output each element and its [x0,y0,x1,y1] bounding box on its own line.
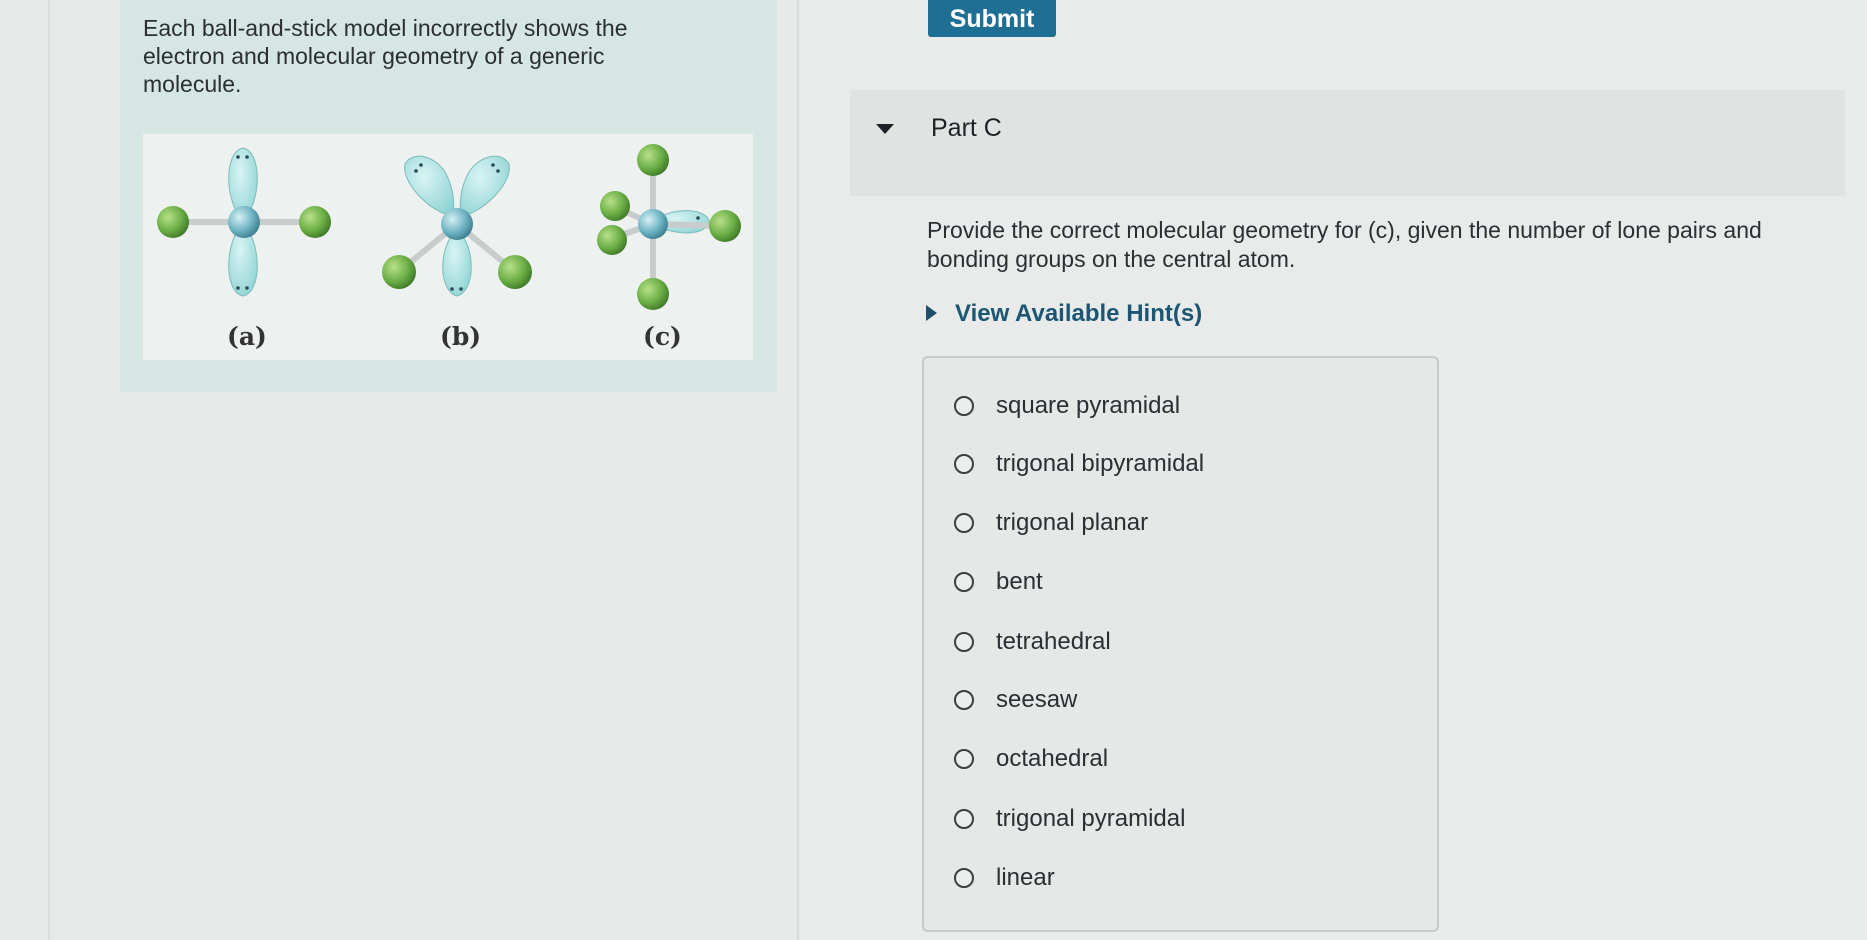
caret-down-icon[interactable] [876,124,894,134]
column-divider [797,0,799,940]
option-label: trigonal pyramidal [996,805,1186,832]
radio-button[interactable] [954,809,974,829]
radio-button[interactable] [954,868,974,888]
submit-button[interactable]: Submit [928,0,1056,37]
option-label: seesaw [996,686,1078,713]
option-trigonal-planar[interactable]: trigonal planar [954,505,1148,541]
option-trigonal-pyramidal[interactable]: trigonal pyramidal [954,801,1185,837]
radio-button[interactable] [954,572,974,592]
option-label: bent [996,568,1043,595]
figure-label-b: (b) [440,322,482,351]
option-tetrahedral[interactable]: tetrahedral [954,624,1111,660]
part-title: Part C [931,114,1002,142]
part-header[interactable] [850,90,1845,196]
view-hints-link[interactable]: View Available Hint(s) [955,300,1202,328]
intro-text: Each ball-and-stick model incorrectly sh… [143,15,628,97]
option-label: octahedral [996,745,1109,772]
option-label: square pyramidal [996,392,1181,419]
model-a [157,147,331,297]
radio-button[interactable] [954,513,974,533]
radio-button[interactable] [954,632,974,652]
option-trigonal-bipyramidal[interactable]: trigonal bipyramidal [954,446,1204,482]
radio-button[interactable] [954,690,974,710]
model-c [597,144,741,310]
option-seesaw[interactable]: seesaw [954,682,1077,718]
caret-right-icon[interactable] [926,305,937,321]
option-octahedral[interactable]: octahedral [954,741,1108,777]
model-b [382,155,532,297]
radio-button[interactable] [954,454,974,474]
molecule-figure: (a) (b) (c) [143,134,753,360]
option-bent[interactable]: bent [954,564,1043,600]
option-square-pyramidal[interactable]: square pyramidal [954,388,1180,424]
option-label: tetrahedral [996,628,1111,655]
option-label: trigonal planar [996,509,1149,536]
question-text: Provide the correct molecular geometry f… [927,217,1762,272]
option-label: linear [996,864,1055,891]
figure-label-a: (a) [227,322,267,351]
option-linear[interactable]: linear [954,860,1055,896]
radio-button[interactable] [954,396,974,416]
option-label: trigonal bipyramidal [996,450,1205,477]
left-edge-line [48,0,50,940]
figure-label-c: (c) [643,322,682,351]
radio-button[interactable] [954,749,974,769]
